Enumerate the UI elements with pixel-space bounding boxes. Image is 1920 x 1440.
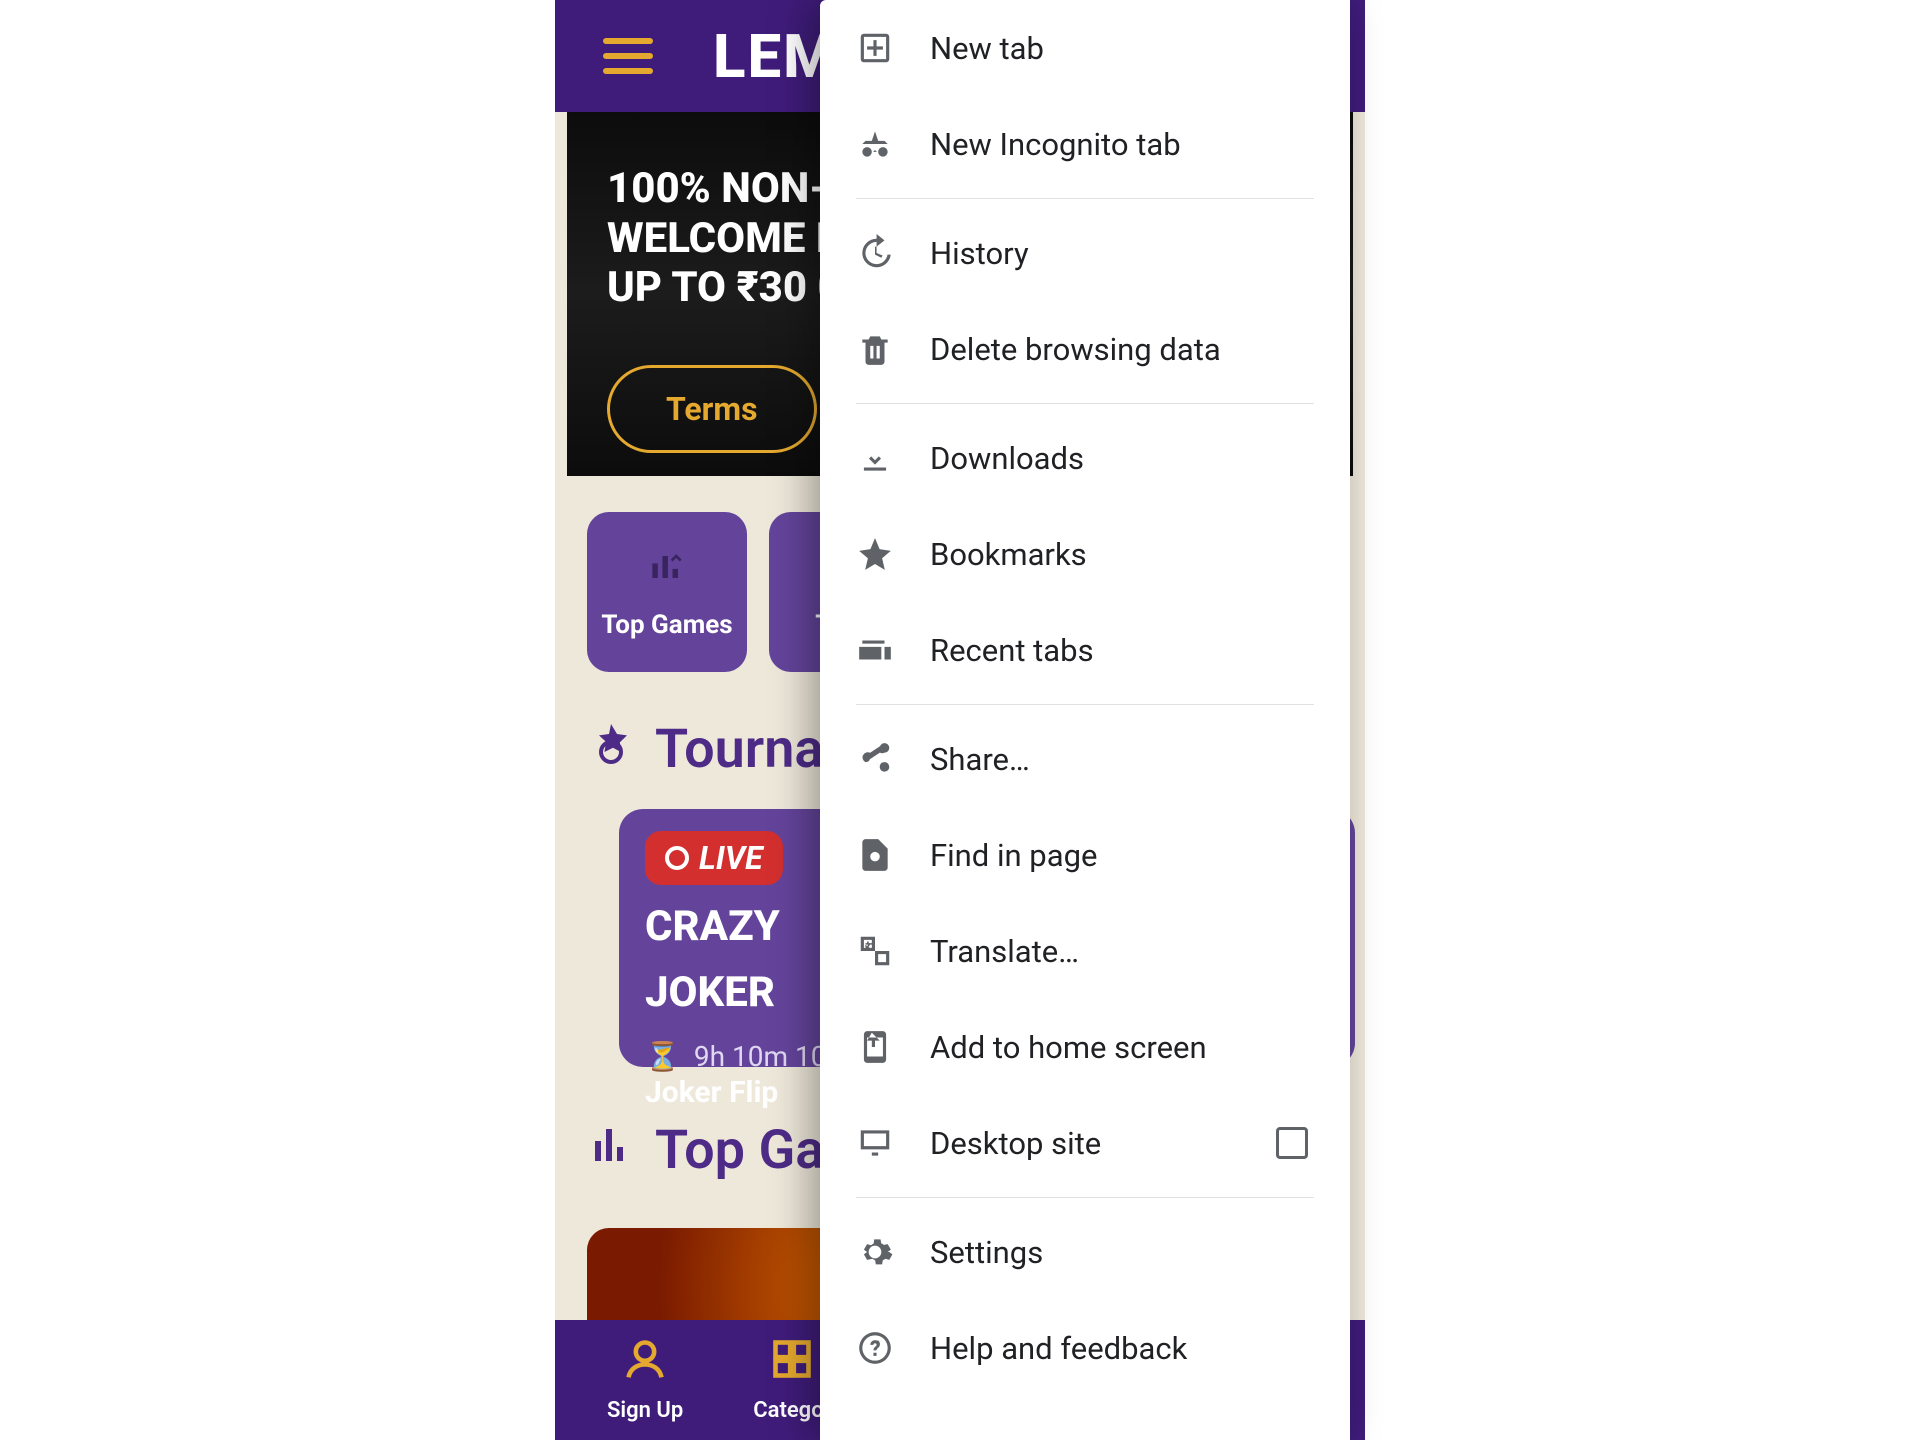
- menu-label: Desktop site: [930, 1125, 1101, 1162]
- menu-translate[interactable]: Translate…: [820, 903, 1350, 999]
- share-icon: [856, 740, 894, 778]
- medal-icon: [587, 720, 635, 779]
- devices-icon: [856, 631, 894, 669]
- menu-label: History: [930, 235, 1029, 272]
- menu-recent-tabs[interactable]: Recent tabs: [820, 602, 1350, 698]
- incognito-icon: [856, 125, 894, 163]
- plus-box-icon: [856, 29, 894, 67]
- translate-icon: [856, 932, 894, 970]
- add-home-icon: [856, 1028, 894, 1066]
- menu-label: Find in page: [930, 837, 1097, 874]
- browser-overflow-menu: New tab New Incognito tab History Delete…: [820, 0, 1350, 1440]
- menu-share[interactable]: Share…: [820, 711, 1350, 807]
- app-logo: LEM: [713, 21, 838, 92]
- menu-separator: [856, 403, 1314, 404]
- star-icon: [856, 535, 894, 573]
- live-badge: LIVE: [645, 831, 783, 885]
- menu-label: Help and feedback: [930, 1330, 1187, 1367]
- user-icon: [623, 1337, 667, 1392]
- menu-label: New Incognito tab: [930, 126, 1181, 163]
- menu-separator: [856, 704, 1314, 705]
- nav-label: Sign Up: [607, 1398, 683, 1423]
- find-icon: [856, 836, 894, 874]
- hourglass-icon: ⏳: [645, 1040, 680, 1073]
- menu-find-in-page[interactable]: Find in page: [820, 807, 1350, 903]
- menu-label: Settings: [930, 1234, 1043, 1271]
- menu-settings[interactable]: Settings: [820, 1204, 1350, 1300]
- chip-label: Top Games: [601, 610, 732, 640]
- menu-label: Add to home screen: [930, 1029, 1207, 1066]
- tournament-timer: 9h 10m 10: [694, 1040, 827, 1073]
- menu-label: New tab: [930, 30, 1044, 67]
- bars-icon: [587, 1121, 635, 1180]
- menu-new-incognito[interactable]: New Incognito tab: [820, 96, 1350, 192]
- chip-top-games[interactable]: Top Games: [587, 512, 747, 672]
- menu-new-tab[interactable]: New tab: [820, 0, 1350, 96]
- menu-add-to-home[interactable]: Add to home screen: [820, 999, 1350, 1095]
- menu-label: Bookmarks: [930, 536, 1087, 573]
- menu-delete-browsing-data[interactable]: Delete browsing data: [820, 301, 1350, 397]
- menu-downloads[interactable]: Downloads: [820, 410, 1350, 506]
- menu-label: Downloads: [930, 440, 1084, 477]
- menu-help-feedback[interactable]: Help and feedback: [820, 1300, 1350, 1396]
- grid-icon: [770, 1337, 814, 1392]
- gear-icon: [856, 1233, 894, 1271]
- menu-desktop-site[interactable]: Desktop site: [820, 1095, 1350, 1191]
- menu-history[interactable]: History: [820, 205, 1350, 301]
- trash-icon: [856, 330, 894, 368]
- menu-separator: [856, 198, 1314, 199]
- menu-label: Recent tabs: [930, 632, 1094, 669]
- desktop-site-checkbox[interactable]: [1276, 1127, 1308, 1159]
- desktop-icon: [856, 1124, 894, 1162]
- terms-button[interactable]: Terms: [607, 365, 817, 453]
- live-label: LIVE: [699, 839, 763, 877]
- nav-signup[interactable]: Sign Up: [607, 1337, 683, 1423]
- download-icon: [856, 439, 894, 477]
- menu-label: Share…: [930, 741, 1030, 778]
- hamburger-menu-icon[interactable]: [603, 38, 653, 74]
- menu-separator: [856, 1197, 1314, 1198]
- bars-icon: [645, 545, 689, 600]
- menu-bookmarks[interactable]: Bookmarks: [820, 506, 1350, 602]
- target-icon: [665, 846, 689, 870]
- help-icon: [856, 1329, 894, 1367]
- menu-label: Translate…: [930, 933, 1079, 970]
- menu-label: Delete browsing data: [930, 331, 1221, 368]
- history-icon: [856, 234, 894, 272]
